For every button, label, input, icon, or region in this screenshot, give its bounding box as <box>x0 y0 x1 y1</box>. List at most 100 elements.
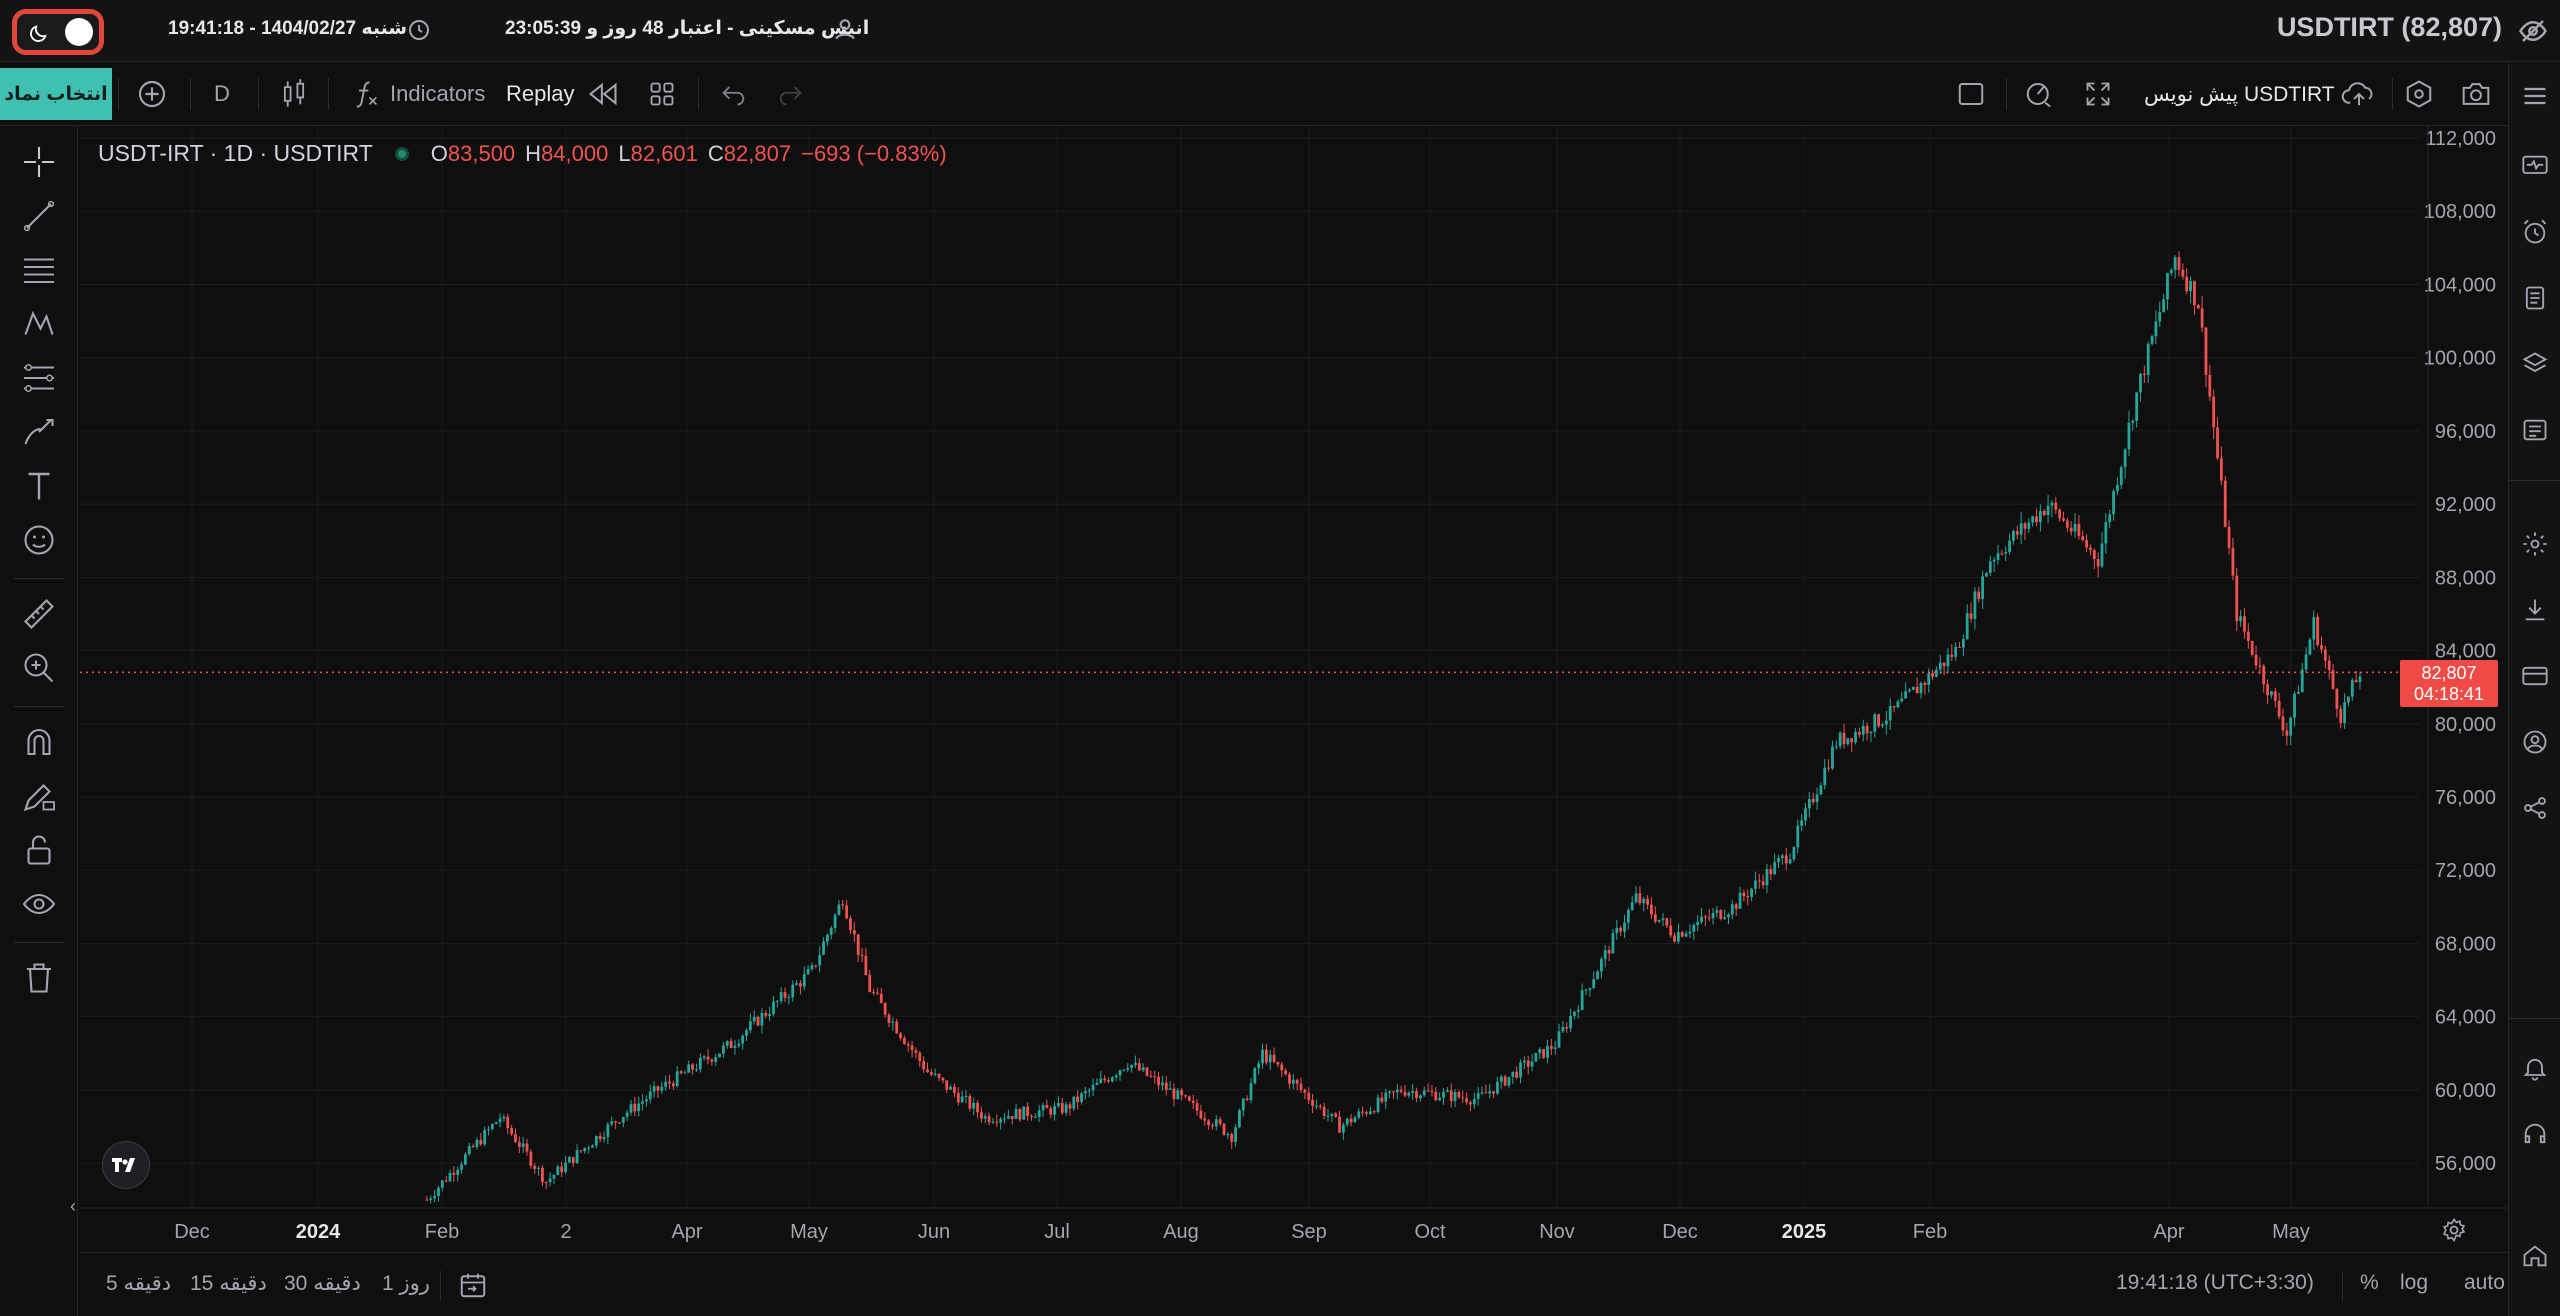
eye-off-icon[interactable] <box>2518 16 2548 46</box>
candle-body <box>802 974 806 987</box>
emoji-icon[interactable] <box>21 522 57 558</box>
add-symbol-button[interactable] <box>136 62 168 126</box>
lock-pencil-icon[interactable] <box>21 778 57 814</box>
candle-body <box>541 1167 544 1183</box>
candle-body <box>1130 1064 1133 1068</box>
candle-body <box>2008 540 2011 552</box>
candle-body <box>1746 896 1750 898</box>
candle-body <box>498 1118 502 1123</box>
candle-body <box>1249 1083 1253 1101</box>
undo-button[interactable] <box>720 62 748 126</box>
magnet-icon[interactable] <box>21 724 57 760</box>
legend-symbol[interactable]: USDT-IRT · 1D · USDTIRT <box>98 140 373 167</box>
candle-body <box>1588 988 1592 990</box>
collapse-toggle[interactable]: ‹ <box>70 1196 76 1217</box>
candle-body <box>1661 918 1665 920</box>
chart-type-button[interactable] <box>280 62 308 126</box>
brush-icon[interactable] <box>21 414 57 450</box>
candle-body <box>1834 746 1838 748</box>
pattern-icon[interactable] <box>21 306 57 342</box>
candle-body <box>1985 572 1988 577</box>
candle-body <box>987 1116 991 1123</box>
candle-body <box>976 1102 979 1113</box>
candle-body <box>1884 720 1888 725</box>
candle-body <box>1738 892 1742 909</box>
bell-icon[interactable] <box>2521 1054 2549 1082</box>
time-tick-label: 2025 <box>1782 1221 1827 1243</box>
clock-timezone[interactable]: 19:41:18 (UTC+3:30) <box>2116 1271 2314 1295</box>
candle-body <box>1499 1076 1503 1082</box>
fib-lines-icon[interactable] <box>21 252 57 288</box>
alarm-clock-icon[interactable] <box>2521 218 2549 246</box>
candle-body <box>1923 683 1927 685</box>
indicators-button[interactable]: Indicators <box>352 62 485 126</box>
price-chart[interactable]: 56,000 60,000 64,000 68,000 72,000 76,000 80,0… <box>80 126 2508 1252</box>
lock-icon[interactable] <box>21 832 57 868</box>
screenshot-button[interactable] <box>2460 62 2492 126</box>
trendline-icon[interactable] <box>21 198 57 234</box>
monitor-pulse-icon[interactable] <box>2521 152 2549 180</box>
candle-body <box>725 1041 729 1046</box>
candle-body <box>564 1162 567 1173</box>
candle-body <box>2081 536 2085 541</box>
theme-toggle[interactable] <box>12 9 104 55</box>
theme-switch[interactable] <box>25 18 93 46</box>
prediction-icon[interactable] <box>21 360 57 396</box>
expand-button[interactable] <box>2084 62 2112 126</box>
redo-button[interactable] <box>776 62 804 126</box>
eye-icon[interactable] <box>21 886 57 922</box>
range-30m[interactable]: 30 دقیقه <box>284 1271 361 1296</box>
candle-body <box>1942 662 1946 667</box>
range-1d[interactable]: 1 روز <box>382 1271 430 1296</box>
settings-hex-button[interactable] <box>2404 62 2434 126</box>
chart-settings-icon[interactable] <box>2440 1216 2468 1244</box>
time-tick-label: Nov <box>1539 1221 1575 1243</box>
candle-body <box>2320 644 2323 650</box>
layouts-button[interactable] <box>648 62 676 126</box>
candle-body <box>1958 646 1961 648</box>
share-icon[interactable] <box>2521 794 2549 822</box>
headset-icon[interactable] <box>2521 1120 2549 1148</box>
candle-body <box>1272 1054 1276 1062</box>
notes-icon[interactable] <box>2521 284 2549 312</box>
ruler-icon[interactable] <box>21 596 57 632</box>
tradingview-logo[interactable] <box>102 1141 150 1189</box>
news-icon[interactable] <box>2521 416 2549 444</box>
auto-scale-toggle[interactable]: auto <box>2464 1271 2505 1295</box>
gear-icon[interactable] <box>2521 530 2549 558</box>
download-icon[interactable] <box>2521 596 2549 624</box>
zoom-in-icon[interactable] <box>21 650 57 686</box>
log-scale-toggle[interactable]: log <box>2400 1271 2428 1295</box>
choose-symbol-button[interactable]: انتخاب نماد <box>0 68 112 120</box>
candle-body <box>953 1086 956 1093</box>
candle-body <box>2158 312 2162 322</box>
date-range-icon[interactable] <box>458 1270 488 1300</box>
range-5m[interactable]: 5 دقیقه <box>106 1271 171 1296</box>
account-icon[interactable] <box>2521 728 2549 756</box>
cloud-save-button[interactable] <box>2340 62 2378 126</box>
menu-icon[interactable] <box>2521 82 2549 110</box>
candle-body <box>1372 1111 1376 1113</box>
candle-body <box>1218 1119 1222 1124</box>
home-icon[interactable] <box>2521 1242 2549 1270</box>
range-15m[interactable]: 15 دقیقه <box>190 1271 267 1296</box>
candle-body <box>1526 1060 1530 1067</box>
trash-icon[interactable] <box>21 960 57 996</box>
candle-body <box>968 1095 972 1109</box>
candle-body <box>775 1001 779 1003</box>
text-icon[interactable] <box>21 468 57 504</box>
fullscreen-rect-button[interactable] <box>1956 62 1986 126</box>
interval-button[interactable]: D <box>214 62 230 126</box>
percent-scale-toggle[interactable]: % <box>2360 1271 2379 1295</box>
candle-body <box>1445 1090 1449 1092</box>
crosshair-icon[interactable] <box>21 144 57 180</box>
candle-body <box>460 1164 463 1170</box>
candle-body <box>502 1116 506 1119</box>
layers-icon[interactable] <box>2521 350 2549 378</box>
candle-body <box>741 1035 745 1044</box>
draft-label[interactable]: USDTIRT پیش نویس <box>2144 62 2335 126</box>
candle-body <box>2123 449 2127 468</box>
quick-search-button[interactable] <box>2024 62 2054 126</box>
card-icon[interactable] <box>2521 662 2549 690</box>
replay-button[interactable]: Replay <box>506 62 620 126</box>
